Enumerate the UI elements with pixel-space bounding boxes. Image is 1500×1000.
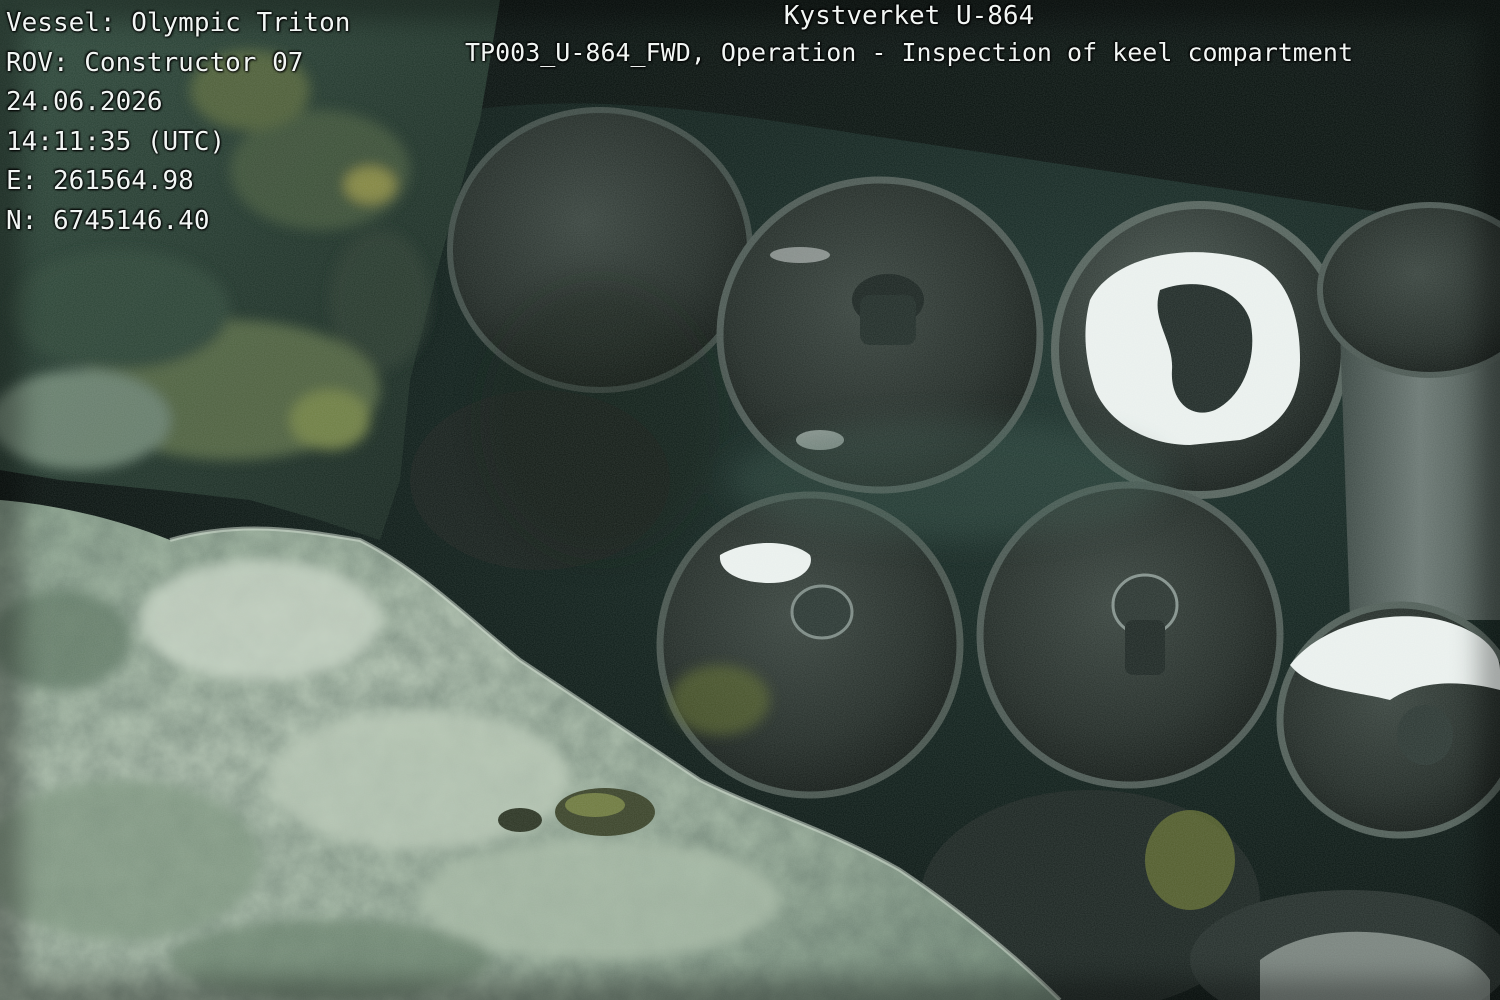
vessel-label: Vessel: Olympic Triton — [6, 8, 351, 38]
date-label: 24.06.2026 — [6, 87, 163, 118]
operation-subtitle: TP003_U-864_FWD, Operation - Inspection … — [464, 38, 1354, 67]
rov-video-frame: Vessel: Olympic Triton ROV: Constructor … — [0, 0, 1500, 1000]
rov-label: ROV: Constructor 07 — [6, 47, 304, 78]
time-label: 14:11:35 (UTC) — [6, 126, 226, 157]
telemetry-overlay: Vessel: Olympic Triton ROV: Constructor … — [6, 4, 350, 242]
operation-header: Kystverket U-864 TP003_U-864_FWD, Operat… — [446, 0, 1372, 68]
easting-label: E: 261564.98 — [6, 166, 194, 197]
operation-title: Kystverket U-864 — [783, 1, 1035, 31]
northing-label: N: 6745146.40 — [6, 205, 210, 236]
